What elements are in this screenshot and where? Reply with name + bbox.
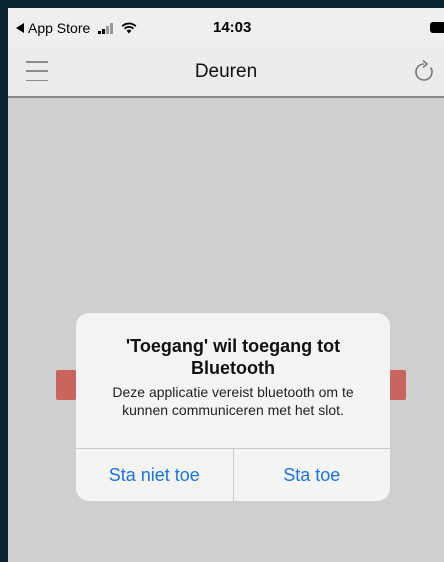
back-to-app-link[interactable]: App Store bbox=[16, 20, 137, 36]
bluetooth-permission-alert: 'Toegang' wil toegang tot Bluetooth Deze… bbox=[76, 313, 390, 501]
alert-title: 'Toegang' wil toegang tot Bluetooth bbox=[125, 336, 341, 378]
status-bar: App Store 14:03 bbox=[8, 8, 444, 48]
phone-screen: App Store 14:03 Deuren 'Toegang' wil toe… bbox=[8, 8, 444, 562]
alert-button-row: Sta niet toe Sta toe bbox=[76, 448, 390, 501]
cellular-signal-icon bbox=[98, 22, 114, 34]
back-arrow-icon bbox=[16, 23, 24, 33]
deny-button[interactable]: Sta niet toe bbox=[76, 449, 233, 501]
battery-icon bbox=[430, 22, 444, 33]
navigation-bar: Deuren bbox=[8, 48, 444, 98]
back-app-label: App Store bbox=[28, 20, 91, 36]
refresh-icon[interactable] bbox=[412, 59, 436, 83]
status-time: 14:03 bbox=[213, 19, 252, 36]
wifi-icon bbox=[121, 22, 137, 34]
allow-button[interactable]: Sta toe bbox=[232, 449, 391, 501]
page-title: Deuren bbox=[194, 61, 258, 82]
alert-message: Deze applicatie vereist bluetooth om te … bbox=[112, 384, 354, 418]
door-item-left-edge bbox=[56, 370, 76, 400]
